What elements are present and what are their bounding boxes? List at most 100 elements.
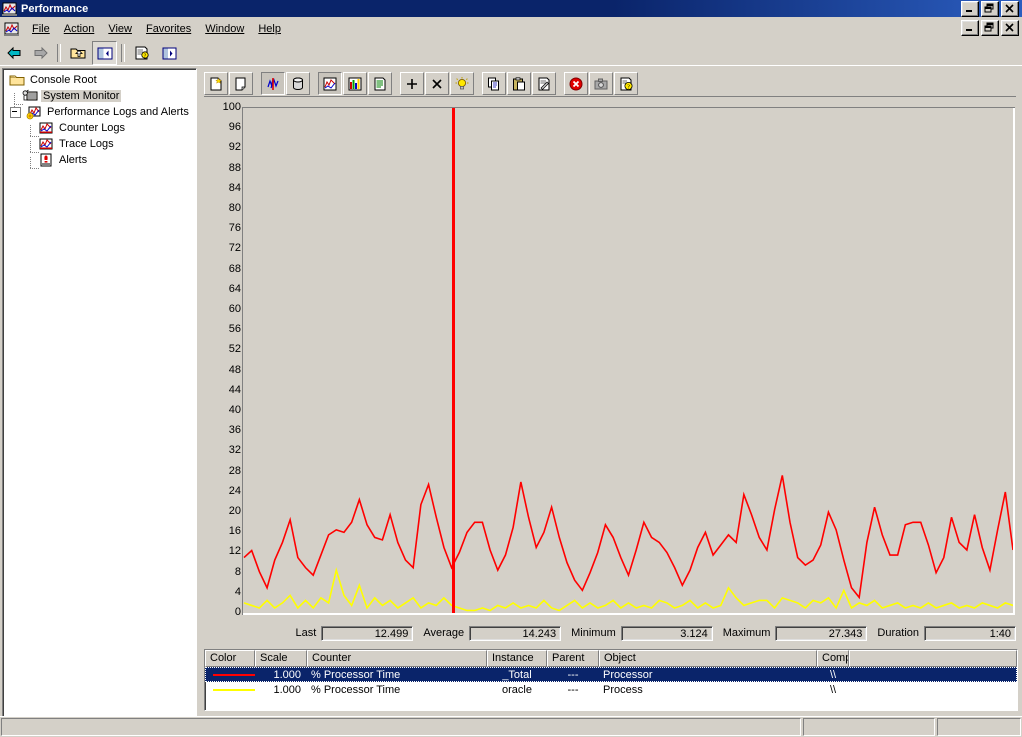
menu-action[interactable]: Action xyxy=(57,20,102,38)
y-axis-tick-label: 96 xyxy=(228,121,241,134)
paste-counter-list-icon[interactable] xyxy=(507,72,531,95)
legend-row[interactable]: 1.000 % Processor Time _Total --- Processor \… xyxy=(205,667,1017,682)
menu-favorites-label: Favorites xyxy=(145,22,192,35)
delete-counter-icon[interactable] xyxy=(425,72,449,95)
console-tree: Console Root System Monitor Performance … xyxy=(3,69,196,169)
y-axis-tick-label: 4 xyxy=(234,585,241,598)
y-axis-tick-label: 0 xyxy=(234,606,241,618)
time-cursor xyxy=(451,108,455,613)
legend-cell-scale: 1.000 xyxy=(273,683,301,696)
legend-column-header[interactable] xyxy=(849,650,1017,667)
toolbar-separator xyxy=(57,43,61,62)
view-report-icon[interactable] xyxy=(368,72,392,95)
y-axis-tick-label: 24 xyxy=(228,484,241,497)
y-axis-tick-label: 40 xyxy=(228,404,241,416)
show-hide-console-tree-icon[interactable] xyxy=(92,40,117,65)
counter-legend[interactable]: Color Scale Counter Instance Parent Object Com… xyxy=(204,649,1018,711)
forward-icon[interactable] xyxy=(28,41,53,65)
y-axis-tick-label: 56 xyxy=(228,323,241,336)
y-axis-tick-label: 88 xyxy=(228,161,241,174)
legend-row[interactable]: 1.000 % Processor Time oracle --- Process \\ xyxy=(205,682,1017,697)
add-counter-icon[interactable] xyxy=(400,72,424,95)
menu-view-label: View xyxy=(108,22,132,35)
menu-view[interactable]: View xyxy=(101,20,139,38)
y-axis: 0 4 8 12 16 20 24 28 32 36 40 44 48 52 56 60 64 68 72 76 80 8… xyxy=(204,100,241,618)
menu-file[interactable]: File xyxy=(25,20,57,38)
legend-column-header[interactable]: Scale xyxy=(255,650,307,667)
legend-column-header[interactable]: Parent xyxy=(547,650,599,667)
legend-cell-parent: --- xyxy=(567,683,579,696)
status-panel-2 xyxy=(803,718,935,736)
view-graph-icon[interactable] xyxy=(318,72,342,95)
plot-area[interactable] xyxy=(242,107,1015,615)
properties-icon[interactable] xyxy=(532,72,556,95)
tree-expander-collapse-icon[interactable] xyxy=(10,106,21,118)
y-axis-tick-label: 68 xyxy=(228,262,241,275)
alerts-icon xyxy=(38,152,54,168)
view-current-activity-icon[interactable] xyxy=(261,72,285,95)
y-axis-tick-label: 52 xyxy=(228,343,241,356)
child-minimize-button[interactable] xyxy=(961,20,979,36)
tree-node-system-monitor[interactable]: System Monitor xyxy=(7,88,196,105)
update-data-icon[interactable] xyxy=(589,72,613,95)
back-icon[interactable] xyxy=(1,41,26,65)
tree-node-performance-logs-and-alerts[interactable]: Performance Logs and Alerts xyxy=(7,104,196,120)
legend-cell-computer: \\ xyxy=(829,668,837,681)
status-panel-3 xyxy=(937,718,1021,736)
legend-cell-scale: 1.000 xyxy=(273,668,301,681)
view-histogram-icon[interactable] xyxy=(343,72,367,95)
legend-column-header[interactable]: Object xyxy=(599,650,817,667)
legend-column-header[interactable]: Computer xyxy=(817,650,849,667)
y-axis-tick-label: 60 xyxy=(228,303,241,315)
tree-node-alerts[interactable]: Alerts xyxy=(7,152,196,169)
menu-help[interactable]: Help xyxy=(251,20,288,38)
system-monitor-toolbar: ? xyxy=(204,71,1016,97)
y-axis-tick-label: 48 xyxy=(228,363,241,376)
minimize-button[interactable] xyxy=(961,0,979,17)
child-window-buttons xyxy=(961,20,1019,36)
y-axis-tick-label: 64 xyxy=(228,282,241,295)
chart-series-line xyxy=(243,475,1014,600)
freeze-display-icon[interactable] xyxy=(564,72,588,95)
legend-cell-instance: oracle xyxy=(502,683,532,696)
toolbar-separator-2 xyxy=(121,43,125,62)
y-axis-tick-label: 20 xyxy=(228,505,241,517)
child-close-button[interactable] xyxy=(1001,20,1019,36)
window-title: Performance xyxy=(21,2,89,15)
view-log-data-icon[interactable] xyxy=(286,72,310,95)
up-one-level-icon[interactable] xyxy=(65,41,90,65)
close-button[interactable] xyxy=(1001,0,1019,17)
legend-column-header[interactable]: Counter xyxy=(307,650,487,667)
legend-column-header[interactable]: Instance xyxy=(487,650,547,667)
new-counter-set-icon[interactable] xyxy=(204,72,228,95)
console-tree-pane[interactable]: Console Root System Monitor Performance … xyxy=(2,68,197,717)
help-icon[interactable]: ? xyxy=(614,72,638,95)
tree-node-console-root[interactable]: Console Root xyxy=(7,72,196,88)
copy-properties-icon[interactable] xyxy=(482,72,506,95)
clear-display-icon[interactable] xyxy=(229,72,253,95)
menu-favorites[interactable]: Favorites xyxy=(139,20,198,38)
child-restore-button[interactable] xyxy=(981,20,999,36)
tree-node-counter-logs[interactable]: Counter Logs xyxy=(7,120,196,137)
console-icon xyxy=(4,21,20,37)
chart-traces xyxy=(243,475,1014,612)
tree-node-label: Alerts xyxy=(59,154,88,166)
svg-text:?: ? xyxy=(143,53,146,59)
maximum-label: Maximum xyxy=(722,627,771,639)
legend-column-header[interactable]: Color xyxy=(205,650,255,667)
y-axis-tick-label: 92 xyxy=(228,141,241,154)
highlight-icon[interactable] xyxy=(450,72,474,95)
plot-bottom-edge xyxy=(243,613,1015,615)
minimum-value: 3.124 xyxy=(620,625,713,641)
export-list-icon[interactable] xyxy=(156,41,181,65)
legend-color-line xyxy=(213,688,255,691)
restore-button[interactable] xyxy=(981,0,999,17)
performance-window: Performance File Action View Favorites W… xyxy=(0,0,1022,737)
menu-window[interactable]: Window xyxy=(198,20,251,38)
legend-cell-instance: _Total xyxy=(502,668,532,681)
y-axis-tick-label: 12 xyxy=(228,545,241,558)
menu-help-label: Help xyxy=(258,22,281,35)
tree-node-trace-logs[interactable]: Trace Logs xyxy=(7,136,196,153)
properties-icon[interactable]: ? xyxy=(129,41,154,65)
last-label: Last xyxy=(295,627,317,639)
